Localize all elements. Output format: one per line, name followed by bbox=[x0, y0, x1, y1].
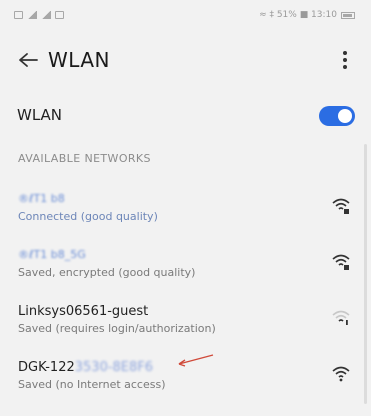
more-dot-icon bbox=[343, 51, 347, 55]
status-icons-left bbox=[14, 11, 64, 19]
network-status: Saved, encrypted (good quality) bbox=[18, 266, 196, 279]
wifi-weak-icon bbox=[332, 310, 350, 325]
network-name-redacted: 3530-8E8F6 bbox=[74, 360, 154, 375]
notification-icon bbox=[14, 11, 23, 19]
network-name-prefix: DGK-122 bbox=[18, 360, 75, 375]
annotation-arrow-icon bbox=[178, 354, 214, 367]
network-status: Connected (good quality) bbox=[18, 210, 158, 223]
network-item[interactable]: DGK-1223530-8E8F6 Saved (no Internet acc… bbox=[0, 348, 371, 404]
network-status: Saved (requires login/authorization) bbox=[18, 322, 216, 335]
signal-icon bbox=[27, 11, 37, 19]
status-icons-right: ≈ ‡ 51% ■ 13:10 bbox=[259, 10, 355, 20]
network-status: Saved (no Internet access) bbox=[18, 378, 166, 391]
wlan-switch[interactable] bbox=[319, 106, 355, 126]
app-header: WLAN bbox=[0, 36, 371, 80]
wlan-toggle-label: WLAN bbox=[17, 106, 63, 124]
network-name: ®ℓT1 b8 bbox=[18, 192, 65, 205]
arrow-left-icon bbox=[19, 53, 38, 67]
switch-knob bbox=[338, 109, 352, 123]
wifi-status-icon bbox=[55, 11, 64, 19]
status-right-text: ≈ ‡ 51% ■ 13:10 bbox=[259, 10, 337, 20]
status-bar: ≈ ‡ 51% ■ 13:10 bbox=[0, 0, 371, 30]
battery-icon bbox=[341, 11, 355, 19]
back-button[interactable] bbox=[14, 46, 42, 74]
network-name: Linksys06561-guest bbox=[18, 304, 149, 319]
more-dot-icon bbox=[343, 58, 347, 62]
wifi-locked-strong-icon bbox=[332, 254, 350, 270]
wifi-locked-strong-icon bbox=[332, 198, 350, 214]
available-networks-header: AVAILABLE NETWORKS bbox=[18, 152, 151, 165]
more-dot-icon bbox=[343, 65, 347, 69]
wifi-strong-icon bbox=[332, 366, 350, 382]
more-options-button[interactable] bbox=[333, 46, 357, 74]
page-title: WLAN bbox=[48, 48, 111, 72]
wlan-toggle-row[interactable]: WLAN bbox=[0, 96, 371, 140]
network-item[interactable]: ®ℓT1 b8_5G Saved, encrypted (good qualit… bbox=[0, 236, 371, 292]
network-name: DGK-1223530-8E8F6 bbox=[18, 360, 153, 375]
signal-icon-2 bbox=[41, 11, 51, 19]
network-item[interactable]: Linksys06561-guest Saved (requires login… bbox=[0, 292, 371, 348]
network-item[interactable]: ®ℓT1 b8 Connected (good quality) bbox=[0, 180, 371, 236]
network-name: ®ℓT1 b8_5G bbox=[18, 248, 86, 261]
network-list: ®ℓT1 b8 Connected (good quality) ®ℓT1 b8… bbox=[0, 180, 371, 404]
